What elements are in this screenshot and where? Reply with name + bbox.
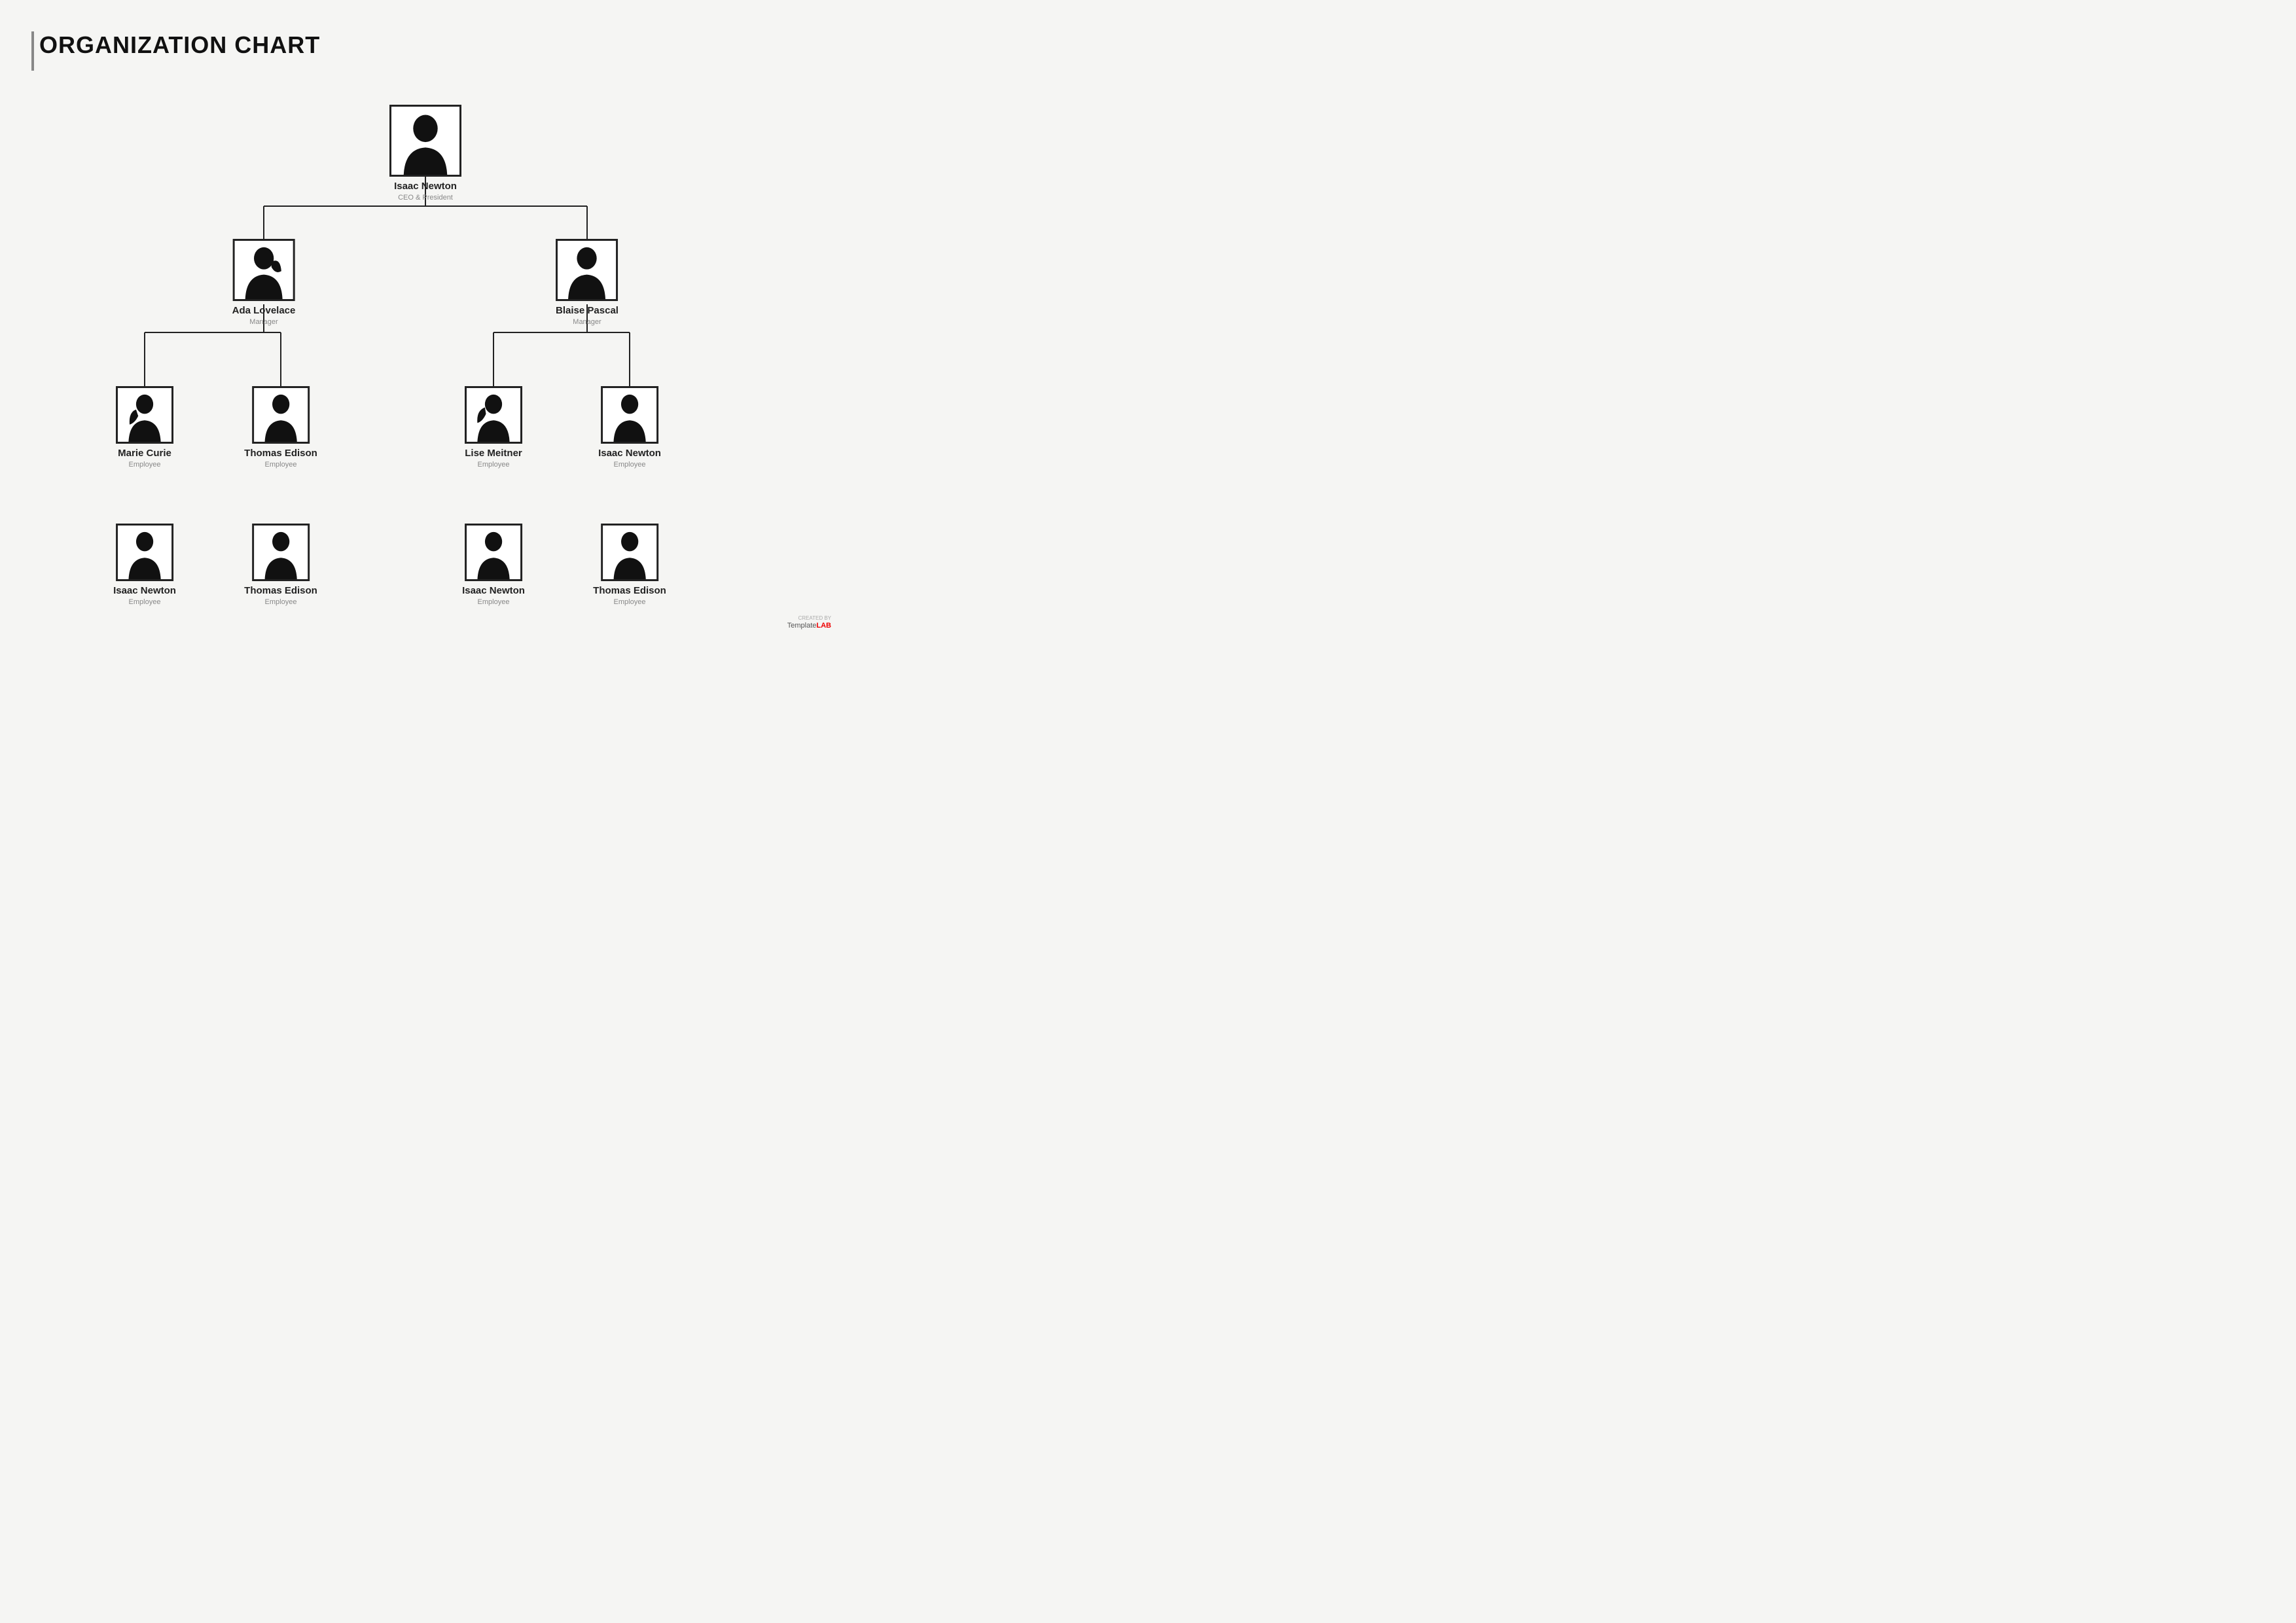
emp4-title: Employee <box>614 461 646 469</box>
emp6-name: Thomas Edison <box>244 585 317 597</box>
emp3-node: Lise Meitner Employee <box>465 386 522 469</box>
emp8-title: Employee <box>614 598 646 606</box>
manager-left-name: Ada Lovelace <box>232 305 296 317</box>
ceo-silhouette <box>391 107 459 175</box>
emp1-avatar-frame <box>116 386 173 444</box>
emp5-title: Employee <box>129 598 161 606</box>
emp4-avatar-frame <box>601 386 658 444</box>
emp2-avatar-frame <box>252 386 310 444</box>
template-label: Template <box>787 622 817 630</box>
emp6-avatar-frame <box>252 524 310 581</box>
emp8-avatar-frame <box>601 524 658 581</box>
emp2-title: Employee <box>265 461 297 469</box>
emp7-silhouette <box>467 526 520 579</box>
emp2-node: Thomas Edison Employee <box>244 386 317 469</box>
emp4-silhouette <box>603 388 656 442</box>
emp8-node: Thomas Edison Employee <box>593 524 666 606</box>
emp6-node: Thomas Edison Employee <box>244 524 317 606</box>
emp2-name: Thomas Edison <box>244 448 317 459</box>
manager-left-node: Ada Lovelace Manager <box>232 239 296 326</box>
manager-right-name: Blaise Pascal <box>556 305 619 317</box>
created-by-label: CREATED BY <box>787 615 831 621</box>
emp3-name: Lise Meitner <box>465 448 522 459</box>
manager-right-avatar-frame <box>556 239 619 301</box>
lab-label: LAB <box>816 622 831 630</box>
emp1-title: Employee <box>129 461 161 469</box>
ceo-avatar-frame <box>389 105 461 177</box>
emp5-name: Isaac Newton <box>113 585 176 597</box>
templatelab-logo: CREATED BY TemplateLAB <box>787 615 831 630</box>
emp7-title: Employee <box>478 598 510 606</box>
page-title: ORGANIZATION CHART <box>39 31 320 59</box>
emp5-node: Isaac Newton Employee <box>113 524 176 606</box>
emp6-silhouette <box>254 526 308 579</box>
emp1-node: Marie Curie Employee <box>116 386 173 469</box>
emp3-silhouette <box>467 388 520 442</box>
emp7-name: Isaac Newton <box>462 585 525 597</box>
emp8-silhouette <box>603 526 656 579</box>
emp8-name: Thomas Edison <box>593 585 666 597</box>
emp3-avatar-frame <box>465 386 522 444</box>
manager-right-node: Blaise Pascal Manager <box>556 239 619 326</box>
manager-left-avatar-frame <box>233 239 295 301</box>
emp1-silhouette <box>118 388 171 442</box>
manager-left-title: Manager <box>249 318 278 326</box>
emp1-name: Marie Curie <box>118 448 171 459</box>
manager-left-silhouette <box>235 241 293 299</box>
emp7-node: Isaac Newton Employee <box>462 524 525 606</box>
ceo-name: Isaac Newton <box>394 181 457 192</box>
emp6-title: Employee <box>265 598 297 606</box>
emp7-avatar-frame <box>465 524 522 581</box>
emp2-silhouette <box>254 388 308 442</box>
title-bar <box>31 31 34 71</box>
emp4-node: Isaac Newton Employee <box>598 386 661 469</box>
manager-right-title: Manager <box>573 318 601 326</box>
emp5-avatar-frame <box>116 524 173 581</box>
emp5-silhouette <box>118 526 171 579</box>
emp4-name: Isaac Newton <box>598 448 661 459</box>
ceo-node: Isaac Newton CEO & President <box>389 105 461 202</box>
manager-right-silhouette <box>558 241 617 299</box>
ceo-title: CEO & President <box>398 194 453 202</box>
emp3-title: Employee <box>478 461 510 469</box>
